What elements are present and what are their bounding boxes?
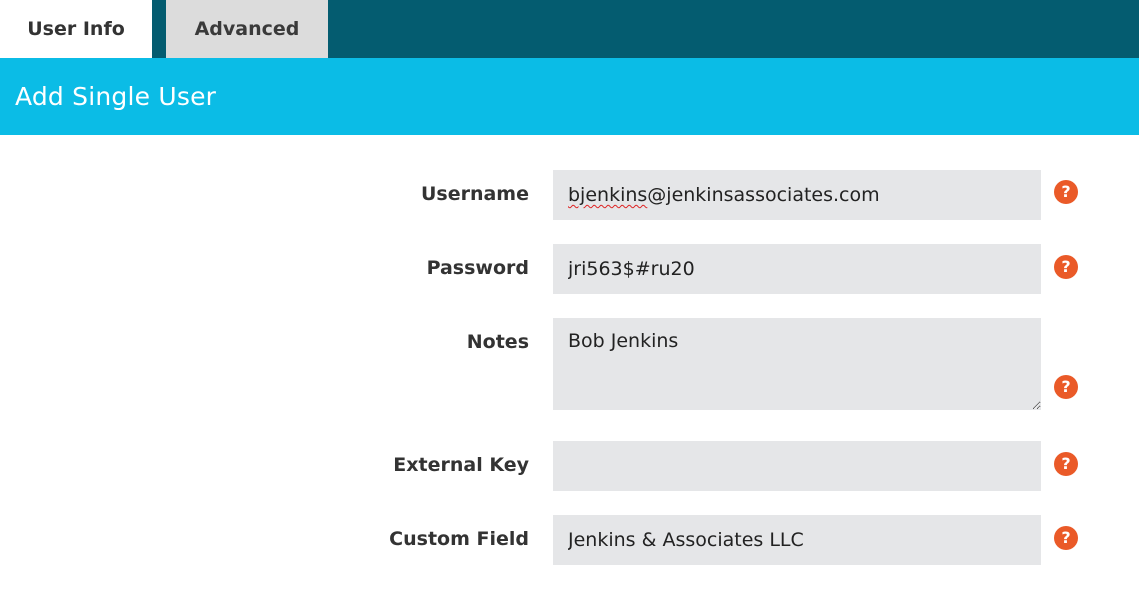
notes-help-icon[interactable]: ?: [1054, 375, 1078, 399]
help-glyph: ?: [1061, 377, 1071, 396]
help-glyph: ?: [1061, 182, 1071, 201]
username-value-rest: @jenkinsassociates.com: [647, 184, 880, 206]
username-value-misspelled: bjenkins: [568, 184, 648, 206]
help-glyph: ?: [1061, 528, 1071, 547]
notes-textarea[interactable]: Bob Jenkins: [553, 318, 1041, 410]
password-help-icon[interactable]: ?: [1054, 255, 1078, 279]
page-title: Add Single User: [15, 82, 217, 111]
tab-user-info[interactable]: User Info: [0, 0, 152, 58]
custom-field-input[interactable]: [553, 515, 1041, 565]
external-key-help-icon[interactable]: ?: [1054, 452, 1078, 476]
help-glyph: ?: [1061, 257, 1071, 276]
password-label: Password: [426, 257, 529, 279]
tab-advanced-label: Advanced: [194, 18, 300, 40]
username-input[interactable]: bjenkins@jenkinsassociates.com: [553, 170, 1041, 220]
external-key-input[interactable]: [553, 441, 1041, 491]
help-glyph: ?: [1061, 454, 1071, 473]
password-input[interactable]: [553, 244, 1041, 294]
notes-label: Notes: [466, 331, 529, 353]
external-key-label: External Key: [393, 454, 529, 476]
page-header: Add Single User: [0, 58, 1139, 135]
username-label: Username: [420, 183, 529, 205]
tab-bar: User Info Advanced: [0, 0, 1139, 58]
tab-advanced[interactable]: Advanced: [166, 0, 328, 58]
tab-user-info-label: User Info: [27, 18, 125, 40]
custom-field-label: Custom Field: [389, 528, 529, 550]
custom-field-help-icon[interactable]: ?: [1054, 526, 1078, 550]
username-help-icon[interactable]: ?: [1054, 180, 1078, 204]
